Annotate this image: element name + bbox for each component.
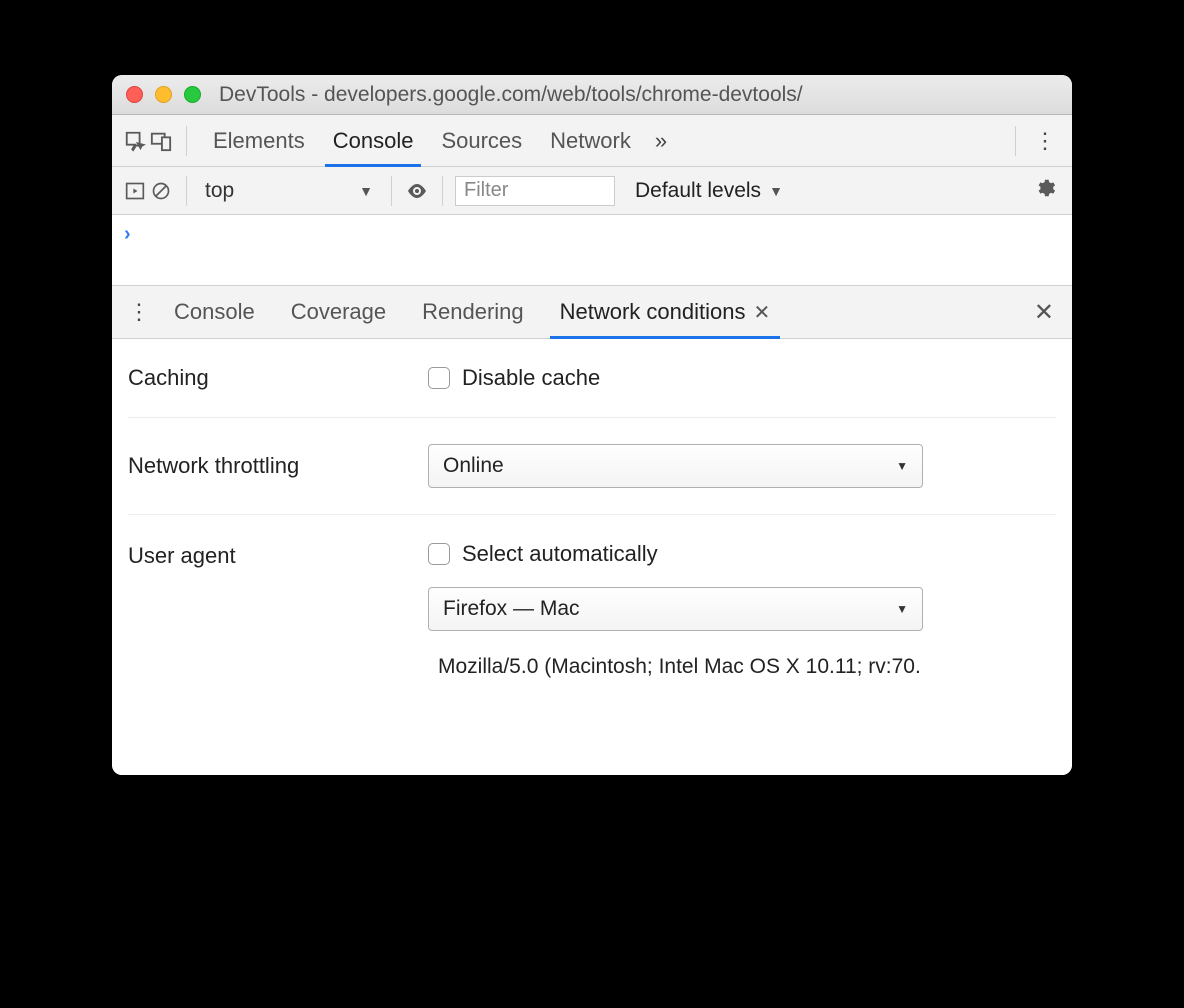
inspect-element-icon[interactable] <box>122 128 148 154</box>
more-tabs-icon[interactable]: » <box>645 128 677 154</box>
ua-auto-label: Select automatically <box>462 541 658 567</box>
user-agent-value: Firefox — Mac <box>443 597 580 621</box>
drawer-tab-rendering[interactable]: Rendering <box>404 286 542 338</box>
separator <box>1015 126 1016 156</box>
chevron-down-icon: ▼ <box>896 459 908 473</box>
titlebar: DevTools - developers.google.com/web/too… <box>112 75 1072 115</box>
user-agent-row: User agent Select automatically Firefox … <box>128 515 1056 705</box>
tab-sources[interactable]: Sources <box>427 115 536 166</box>
drawer-tab-console[interactable]: Console <box>156 286 273 338</box>
minimize-window-button[interactable] <box>155 86 172 103</box>
drawer-kebab-icon[interactable]: ⋮ <box>122 299 156 325</box>
toggle-sidebar-icon[interactable] <box>122 178 148 204</box>
throttling-value: Online <box>443 454 504 478</box>
disable-cache-label: Disable cache <box>462 365 600 391</box>
ua-auto-checkbox-wrap[interactable]: Select automatically <box>428 541 1056 567</box>
zoom-window-button[interactable] <box>184 86 201 103</box>
tab-elements[interactable]: Elements <box>199 115 319 166</box>
disable-cache-checkbox-wrap[interactable]: Disable cache <box>428 365 1056 391</box>
drawer-tab-network-conditions[interactable]: Network conditions ✕ <box>542 286 789 338</box>
execution-context-select[interactable]: top ▼ <box>199 179 379 203</box>
user-agent-label: User agent <box>128 541 428 569</box>
drawer-tabs-bar: ⋮ Console Coverage Rendering Network con… <box>112 285 1072 339</box>
close-drawer-icon[interactable]: ✕ <box>1026 298 1062 327</box>
throttling-row: Network throttling Online ▼ <box>128 418 1056 515</box>
chevron-down-icon: ▼ <box>359 183 373 199</box>
separator <box>391 176 392 206</box>
console-prompt-icon: › <box>124 223 131 245</box>
separator <box>186 126 187 156</box>
kebab-menu-icon[interactable]: ⋮ <box>1028 128 1062 154</box>
chevron-down-icon: ▼ <box>896 602 908 616</box>
console-body[interactable]: › <box>112 215 1072 285</box>
filter-input[interactable] <box>455 176 615 206</box>
eye-icon[interactable] <box>404 178 430 204</box>
caching-row: Caching Disable cache <box>128 339 1056 418</box>
user-agent-select[interactable]: Firefox — Mac ▼ <box>428 587 923 631</box>
throttling-label: Network throttling <box>128 453 428 479</box>
context-value: top <box>205 179 234 203</box>
log-levels-select[interactable]: Default levels ▼ <box>635 179 783 203</box>
traffic-lights <box>126 86 201 103</box>
caching-label: Caching <box>128 365 428 391</box>
drawer-tab-coverage[interactable]: Coverage <box>273 286 404 338</box>
devtools-window: DevTools - developers.google.com/web/too… <box>112 75 1072 775</box>
tab-console[interactable]: Console <box>319 115 428 166</box>
toggle-device-icon[interactable] <box>148 128 174 154</box>
console-toolbar: top ▼ Default levels ▼ <box>112 167 1072 215</box>
network-conditions-panel: Caching Disable cache Network throttling… <box>112 339 1072 775</box>
gear-icon[interactable] <box>1028 177 1062 205</box>
clear-console-icon[interactable] <box>148 178 174 204</box>
throttling-select[interactable]: Online ▼ <box>428 444 923 488</box>
levels-label: Default levels <box>635 179 761 203</box>
window-title: DevTools - developers.google.com/web/too… <box>219 83 803 107</box>
disable-cache-checkbox[interactable] <box>428 367 450 389</box>
tab-network[interactable]: Network <box>536 115 645 166</box>
drawer-tab-label: Network conditions <box>560 299 746 325</box>
chevron-down-icon: ▼ <box>769 183 783 199</box>
ua-auto-checkbox[interactable] <box>428 543 450 565</box>
user-agent-string: Mozilla/5.0 (Macintosh; Intel Mac OS X 1… <box>428 655 1056 679</box>
close-window-button[interactable] <box>126 86 143 103</box>
close-tab-icon[interactable]: ✕ <box>754 300 771 325</box>
separator <box>186 176 187 206</box>
separator <box>442 176 443 206</box>
main-tabs-bar: Elements Console Sources Network » ⋮ <box>112 115 1072 167</box>
